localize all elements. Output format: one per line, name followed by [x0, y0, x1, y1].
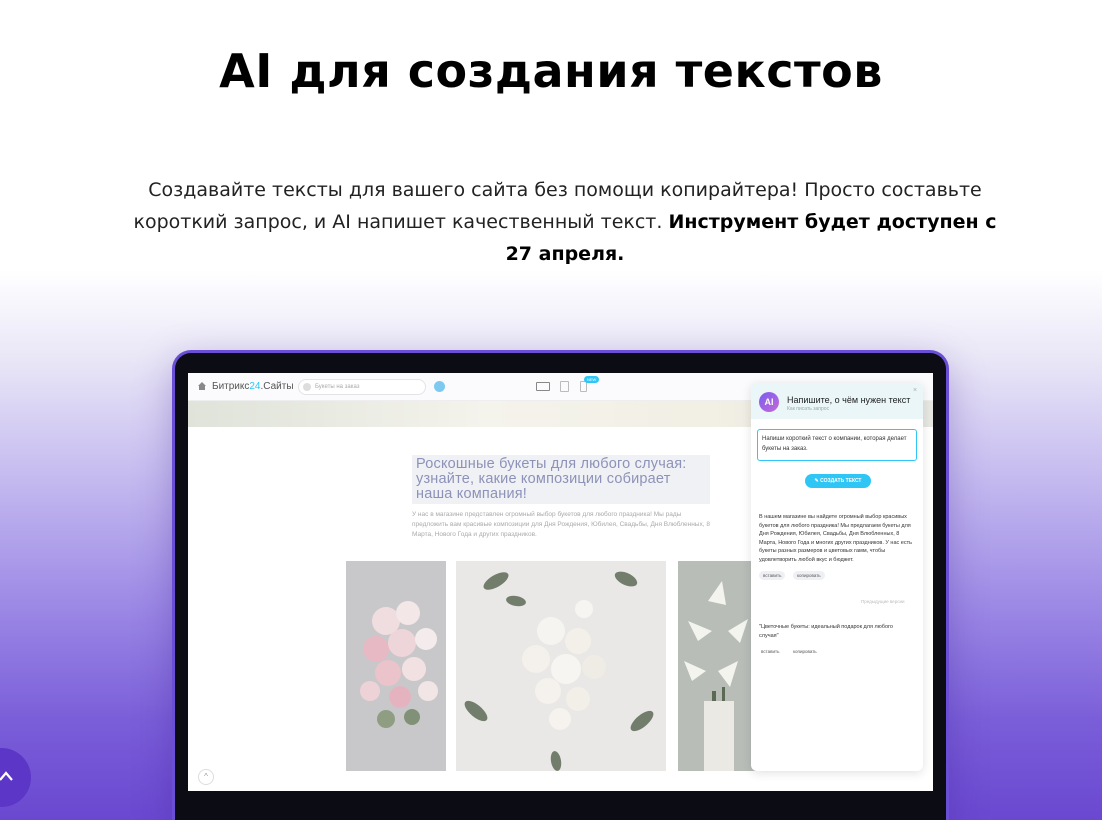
home-icon[interactable]: [198, 382, 206, 390]
bouquet-photo-lily[interactable]: [678, 561, 758, 771]
mini-scroll-up-button[interactable]: ^: [198, 769, 214, 785]
page-search-input[interactable]: Букеты на заказ: [298, 379, 426, 395]
ai-previous-result-text: "Цветочные букеты: идеальный подарок для…: [759, 624, 893, 639]
ai-how-to-link[interactable]: Как писать запрос: [787, 406, 829, 412]
bouquet-photo-white[interactable]: [456, 561, 666, 771]
insert-button-2[interactable]: вставить: [757, 647, 783, 656]
desktop-view-icon[interactable]: [536, 382, 550, 391]
new-badge: NEW: [584, 376, 600, 383]
scroll-to-top-button[interactable]: [0, 748, 31, 807]
create-text-button[interactable]: ✎ СОЗДАТЬ ТЕКСТ: [805, 474, 871, 488]
ai-copilot-panel: AI Напишите, о чём нужен текст Как писат…: [751, 383, 923, 771]
laptop-mockup: Битрикс24.Сайты Букеты на заказ NEW Роск…: [175, 353, 946, 820]
globe-icon[interactable]: [434, 381, 445, 392]
chevron-up-icon: [0, 771, 13, 781]
copy-button[interactable]: копировать: [793, 571, 825, 580]
ai-prompt-input[interactable]: Напиши короткий текст о компании, котора…: [757, 429, 917, 461]
site-text[interactable]: У нас в магазине представлен огромный вы…: [412, 510, 712, 540]
ai-result-text: В нашем магазине вы найдете огромный выб…: [759, 514, 912, 563]
bouquet-photo-pink[interactable]: [346, 561, 446, 771]
ai-panel-header: AI Напишите, о чём нужен текст Как писат…: [751, 383, 923, 419]
site-heading[interactable]: Роскошные букеты для любого случая: узна…: [412, 455, 710, 504]
copy-button-2[interactable]: копировать: [789, 647, 821, 656]
ai-panel-title: Напишите, о чём нужен текст: [787, 395, 911, 405]
laptop-screen: Битрикс24.Сайты Букеты на заказ NEW Роск…: [188, 373, 933, 791]
lead-paragraph: Создавайте тексты для вашего сайта без п…: [120, 174, 1010, 270]
page-icon: [303, 383, 311, 391]
page-title: AI для создания текстов: [219, 44, 883, 98]
close-icon[interactable]: ×: [913, 387, 917, 394]
previous-versions-link[interactable]: Предыдущие версии: [861, 599, 904, 604]
tablet-view-icon[interactable]: [560, 381, 569, 392]
ai-logo-icon: AI: [759, 392, 779, 412]
brand-logo[interactable]: Битрикс24.Сайты: [212, 381, 294, 392]
insert-button[interactable]: вставить: [759, 571, 786, 580]
